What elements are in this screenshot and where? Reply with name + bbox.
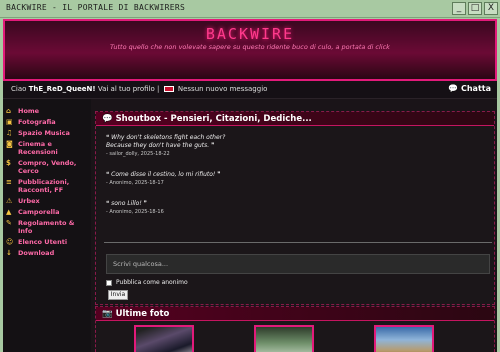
sidebar-item-home[interactable]: ⌂ Home	[3, 105, 91, 116]
shout-meta: - Anonimo, 2025-18-16	[106, 209, 164, 215]
speech-bubble-icon: 💬	[102, 114, 113, 124]
photo-thumbnail[interactable]	[134, 325, 194, 352]
music-icon: ♫	[6, 128, 13, 137]
rules-icon: ✎	[6, 218, 12, 227]
camp-icon: ▲	[6, 207, 12, 216]
sidebar-item-compro[interactable]: $ Compro, Vendo, Cerco	[3, 157, 91, 176]
urbex-icon: ⚠	[6, 196, 13, 205]
minimize-button[interactable]: _	[452, 2, 466, 15]
photos-header: 📷 Ultime foto	[96, 307, 494, 321]
sidebar-item-pubblicazioni[interactable]: ≡ Pubblicazioni, Racconti, FF	[3, 176, 91, 195]
sidebar-item-label: Fotografia	[18, 117, 56, 126]
sidebar-item-download[interactable]: ↓ Download	[3, 247, 91, 258]
sidebar-item-label: Home	[18, 106, 40, 115]
profile-link[interactable]: Vai al tuo profilo	[98, 85, 155, 93]
users-icon: ☺	[6, 237, 14, 246]
main-content: 💬 Shoutbox - Pensieri, Citazioni, Dedich…	[93, 99, 497, 352]
shout-text: ❝ Why don't skeletons fight each other?	[106, 134, 226, 141]
photo-thumbnail[interactable]	[254, 325, 314, 352]
username: ThE_ReD_QueeN!	[28, 85, 96, 93]
chat-label: Chatta	[460, 84, 491, 93]
shoutbox-title: Shoutbox - Pensieri, Citazioni, Dediche.…	[115, 114, 312, 124]
sidebar-item-label: Download	[18, 248, 55, 257]
send-button[interactable]: Invia	[108, 290, 128, 300]
home-icon: ⌂	[6, 106, 12, 115]
sidebar-item-label: Camporella	[18, 207, 60, 216]
sidebar-item-label: Urbex	[18, 196, 40, 205]
download-icon: ↓	[6, 248, 12, 257]
shout-text: ❝ sono Lillo! ❞	[106, 200, 147, 207]
site-tagline: Tutto quello che non volevate sapere su …	[110, 43, 390, 51]
anonymous-label: Pubblica come anonimo	[116, 279, 188, 286]
window-title: BACKWIRE - IL PORTALE DI BACKWIRERS	[6, 3, 186, 12]
shout-text: Because they don't have the guts. ❞	[106, 142, 215, 149]
anonymous-checkbox[interactable]	[106, 279, 112, 286]
sidebar-item-label: Cinema e Recensioni	[18, 139, 58, 156]
sidebar-item-label: Pubblicazioni, Racconti, FF	[18, 177, 70, 194]
window-titlebar: BACKWIRE - IL PORTALE DI BACKWIRERS _ □ …	[0, 0, 500, 18]
site-header: BACKWIRE Tutto quello che non volevate s…	[3, 19, 497, 81]
shout-meta: - Anonimo, 2025-18-17	[106, 180, 164, 186]
shoutbox-panel: 💬 Shoutbox - Pensieri, Citazioni, Dedich…	[95, 111, 495, 305]
shoutbox-header: 💬 Shoutbox - Pensieri, Citazioni, Dedich…	[96, 112, 494, 126]
messages-status[interactable]: Nessun nuovo messaggio	[178, 85, 268, 93]
photo-icon: ▣	[6, 117, 13, 126]
cinema-icon: ◙	[6, 139, 13, 148]
photos-title: Ultime foto	[115, 309, 170, 319]
shop-icon: $	[6, 158, 11, 167]
sidebar-item-label: Regolamento & Info	[18, 218, 75, 235]
chat-bubble-icon: 💬	[448, 84, 459, 93]
sidebar: ⌂ Home ▣ Fotografia ♫ Spazio Musica ◙ Ci…	[3, 99, 91, 352]
book-icon: ≡	[6, 177, 12, 186]
site-logo[interactable]: BACKWIRE	[5, 25, 495, 43]
greeting-text: Ciao	[11, 85, 27, 93]
sidebar-item-label: Compro, Vendo, Cerco	[18, 158, 77, 175]
separator: |	[157, 85, 160, 93]
shout-message: ❝ Come disse il cestino, lo mi rifiuto! …	[96, 171, 494, 186]
sidebar-item-utenti[interactable]: ☺ Elenco Utenti	[3, 236, 91, 247]
sidebar-item-label: Elenco Utenti	[18, 237, 68, 246]
close-button[interactable]: X	[484, 2, 498, 15]
browser-window: BACKWIRE Tutto quello che non volevate s…	[3, 19, 497, 352]
camera-icon: 📷	[102, 309, 113, 319]
sidebar-item-musica[interactable]: ♫ Spazio Musica	[3, 127, 91, 138]
shout-message: ❝ sono Lillo! ❞ - Anonimo, 2025-18-16	[96, 200, 494, 215]
sidebar-item-regolamento[interactable]: ✎ Regolamento & Info	[3, 217, 91, 236]
shoutbox-divider	[104, 242, 492, 243]
shout-input[interactable]: Scrivi qualcosa...	[106, 254, 490, 274]
message-icon	[163, 86, 174, 92]
maximize-button[interactable]: □	[468, 2, 482, 15]
photo-thumbnail[interactable]	[374, 325, 434, 352]
shout-message: ❝ Why don't skeletons fight each other? …	[96, 134, 494, 157]
sidebar-item-fotografia[interactable]: ▣ Fotografia	[3, 116, 91, 127]
chat-button[interactable]: 💬 Chatta	[448, 84, 491, 93]
shout-text: ❝ Come disse il cestino, lo mi rifiuto! …	[106, 171, 221, 178]
sidebar-item-cinema[interactable]: ◙ Cinema e Recensioni	[3, 138, 91, 157]
shout-meta: - sailor_dolly, 2025-18-22	[106, 151, 170, 157]
photos-panel: 📷 Ultime foto	[95, 306, 495, 352]
sidebar-item-camporella[interactable]: ▲ Camporella	[3, 206, 91, 217]
sidebar-item-label: Spazio Musica	[18, 128, 70, 137]
anonymous-option[interactable]: Pubblica come anonimo	[106, 279, 188, 286]
user-bar: Ciao ThE_ReD_QueeN! Vai al tuo profilo |…	[3, 81, 497, 99]
sidebar-item-urbex[interactable]: ⚠ Urbex	[3, 195, 91, 206]
